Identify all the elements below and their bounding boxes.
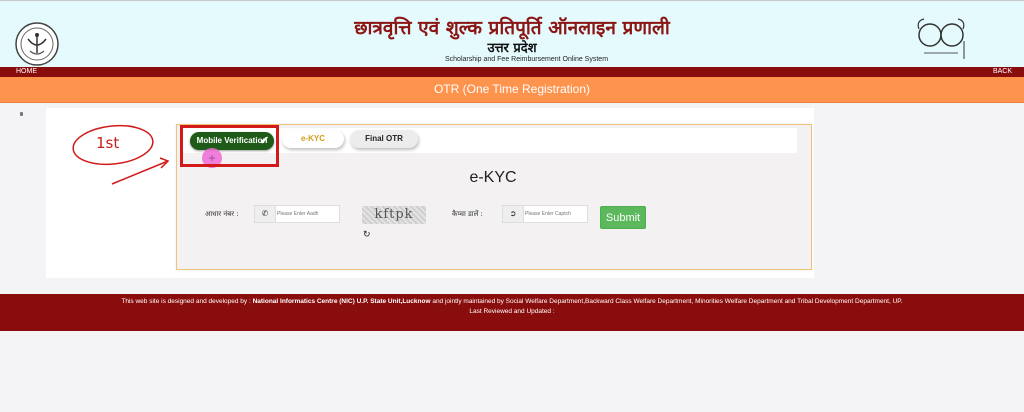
footer-credits: This web site is designed and developed …: [0, 294, 1024, 306]
footer-last-reviewed: Last Reviewed and Updated :: [469, 308, 555, 315]
form-heading: e-KYC: [469, 169, 517, 186]
captcha-label: कैप्चा डालें :: [452, 210, 483, 218]
decorative-mark: [20, 112, 23, 116]
footer-maintained: and jointly maintained by Social Welfare…: [432, 298, 903, 305]
captcha-image: kftpk: [362, 206, 426, 224]
annotation-step-label: 1st: [96, 134, 120, 152]
step-ekyc[interactable]: e-KYC: [282, 130, 344, 148]
submit-button[interactable]: Submit: [600, 206, 646, 229]
step-ekyc-label: e-KYC: [300, 134, 325, 143]
circle-arrow-icon: ➲: [503, 206, 524, 222]
phone-icon: ✆: [255, 206, 276, 222]
site-subtitle: Scholarship and Fee Reimbursement Online…: [445, 56, 609, 63]
top-navbar: HOME BACK: [0, 67, 1024, 77]
page-title-bar: OTR (One Time Registration): [0, 77, 1024, 103]
site-footer: This web site is designed and developed …: [0, 294, 1024, 331]
annotation-highlight-box: [180, 125, 279, 167]
captcha-input[interactable]: [525, 207, 587, 221]
captcha-input-group: ➲: [502, 205, 588, 223]
site-title: छात्रवृत्ति एवं शुल्क प्रतिपूर्ति ऑनलाइन…: [354, 17, 670, 39]
home-link[interactable]: HOME: [16, 68, 37, 75]
footer-prefix: This web site is designed and developed …: [121, 298, 251, 305]
refresh-icon[interactable]: ↻: [363, 229, 371, 240]
step-final-otr[interactable]: Final OTR: [350, 130, 418, 148]
step-final-label: Final OTR: [365, 134, 403, 143]
aadhar-input-group: ✆: [254, 205, 340, 223]
site-header: छात्रवृत्ति एवं शुल्क प्रतिपूर्ति ऑनलाइन…: [0, 0, 1024, 68]
footer-developer: National Informatics Centre (NIC) U.P. S…: [252, 298, 431, 305]
aadhar-input[interactable]: [277, 207, 339, 221]
back-link[interactable]: BACK: [993, 68, 1012, 75]
state-name: उत्तर प्रदेश: [487, 41, 537, 56]
aadhar-label: आधार नंबर :: [205, 210, 239, 218]
swachh-bharat-logo: [917, 18, 965, 59]
